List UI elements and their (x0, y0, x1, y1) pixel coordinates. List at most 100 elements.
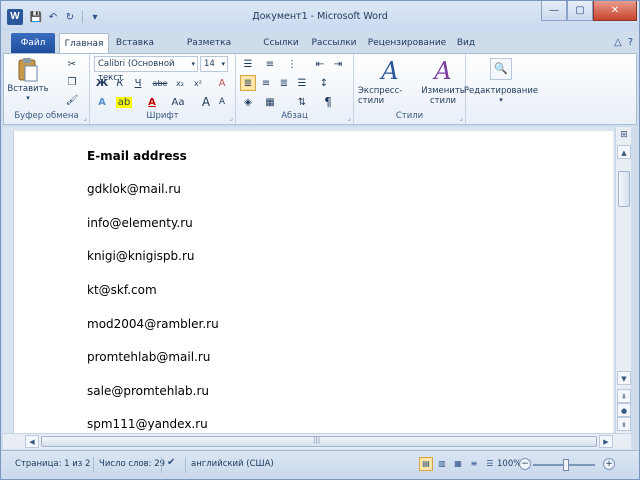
vertical-scroll-thumb[interactable] (618, 171, 630, 207)
font-size-dropdown[interactable]: 14 ▾ (200, 56, 228, 72)
paste-button[interactable]: Вставить ▾ (7, 56, 49, 102)
language-indicator[interactable]: английский (США) (191, 459, 274, 469)
ruler-toggle-icon[interactable]: ⊞ (616, 127, 632, 143)
vertical-scrollbar[interactable]: ⊞ ▲ ▼ ⇞ ● ⇟ (615, 127, 631, 433)
doc-line[interactable]: kt@skf.com (87, 283, 157, 297)
editing-arrow-icon: ▾ (499, 96, 503, 104)
zoom-in-button[interactable]: + (603, 458, 615, 470)
styles-launcher-icon[interactable]: ⌟ (460, 114, 463, 122)
tab-mailings[interactable]: Рассылки (309, 34, 359, 53)
quick-styles-label: Экспресс-стили (358, 86, 403, 106)
grow-font-button[interactable]: A (198, 94, 214, 110)
tab-review[interactable]: Рецензирование (365, 34, 449, 53)
doc-line[interactable]: gdklok@mail.ru (87, 182, 181, 196)
doc-line[interactable]: info@elementy.ru (87, 216, 193, 230)
help-icon[interactable]: ? (628, 37, 633, 48)
justify-icon[interactable]: ☰ (294, 75, 310, 91)
paragraph-launcher-icon[interactable]: ⌟ (348, 114, 351, 122)
change-styles-label-2: стили (429, 96, 457, 106)
doc-line-header[interactable]: E-mail address (87, 149, 187, 163)
group-label-styles: Стили (395, 111, 424, 121)
shrink-font-button[interactable]: A (214, 94, 230, 110)
change-styles-button[interactable]: A Изменить стили (421, 56, 465, 106)
font-color-icon[interactable]: A (144, 94, 160, 110)
format-painter-icon[interactable]: 🖌 (64, 92, 80, 108)
sort-icon[interactable]: ⇅ (294, 94, 310, 110)
superscript-button[interactable]: x² (190, 75, 206, 91)
draft-icon[interactable]: ☰ (483, 457, 497, 471)
quick-styles-button[interactable]: A Экспресс-стили (358, 56, 422, 106)
doc-line[interactable]: sale@promtehlab.ru (87, 384, 209, 398)
doc-line[interactable]: mod2004@rambler.ru (87, 317, 219, 331)
strikethrough-button[interactable]: abe (150, 75, 170, 91)
chevron-down-icon: ▾ (191, 60, 195, 68)
next-page-icon[interactable]: ⇟ (617, 417, 631, 431)
numbering-icon[interactable]: ≡ (262, 56, 278, 72)
print-layout-icon[interactable]: ▤ (419, 457, 433, 471)
tab-insert[interactable]: Вставка (113, 34, 157, 53)
scroll-down-icon[interactable]: ▼ (617, 371, 631, 385)
highlight-icon[interactable]: ab (115, 94, 133, 110)
multilevel-list-icon[interactable]: ⋮ (284, 56, 300, 72)
tab-home[interactable]: Главная (59, 33, 109, 54)
bullets-icon[interactable]: ☰ (240, 56, 256, 72)
font-launcher-icon[interactable]: ⌟ (230, 114, 233, 122)
underline-button[interactable]: Ч (130, 75, 146, 91)
word-window: W 💾 ↶ ↻ ▾ Документ1 - Microsoft Word — ▢… (0, 0, 640, 480)
tab-references[interactable]: Ссылки (261, 34, 301, 53)
tab-page-layout[interactable]: Разметка страницы (163, 34, 255, 67)
browse-object-icon[interactable]: ● (617, 403, 631, 417)
copy-icon[interactable]: ❐ (64, 74, 80, 90)
minimize-ribbon-icon[interactable]: △ (614, 37, 622, 48)
proofing-check-icon[interactable]: ✔ (167, 457, 175, 468)
zoom-slider-thumb[interactable] (563, 459, 569, 471)
doc-line[interactable]: spm111@yandex.ru (87, 417, 208, 431)
previous-page-icon[interactable]: ⇞ (617, 389, 631, 403)
clear-formatting-button[interactable]: A (214, 75, 230, 91)
chevron-down-icon: ▾ (221, 60, 225, 68)
scroll-right-icon[interactable]: ▶ (599, 435, 613, 448)
word-count[interactable]: Число слов: 29 (99, 459, 165, 469)
minimize-button[interactable]: — (541, 1, 567, 21)
subscript-button[interactable]: x₂ (172, 75, 188, 91)
change-case-button[interactable]: Aa (168, 94, 188, 110)
web-layout-icon[interactable]: ▦ (451, 457, 465, 471)
align-right-icon[interactable]: ≣ (276, 75, 292, 91)
scroll-grip-icon: ||| (313, 436, 321, 444)
doc-line[interactable]: knigi@knigispb.ru (87, 249, 195, 263)
scroll-up-icon[interactable]: ▲ (617, 145, 631, 159)
editing-button[interactable]: 🔍 Редактирование ▾ (464, 56, 538, 104)
scroll-left-icon[interactable]: ◀ (25, 435, 39, 448)
title-bar: W 💾 ↶ ↻ ▾ Документ1 - Microsoft Word — ▢… (1, 1, 639, 31)
doc-line[interactable]: promtehlab@mail.ru (87, 350, 210, 364)
line-spacing-icon[interactable]: ↕ (316, 75, 332, 91)
maximize-button[interactable]: ▢ (567, 1, 593, 21)
italic-button[interactable]: К (112, 75, 128, 91)
cut-icon[interactable]: ✂ (64, 56, 80, 72)
increase-indent-icon[interactable]: ⇥ (330, 56, 346, 72)
tab-file[interactable]: Файл (11, 33, 55, 53)
font-name-dropdown[interactable]: Calibri (Основной текст ▾ (94, 56, 198, 83)
align-center-icon[interactable]: ≡ (258, 75, 274, 91)
clipboard-icon (13, 56, 43, 84)
close-button[interactable]: ✕ (593, 1, 637, 21)
zoom-out-button[interactable]: − (519, 458, 531, 470)
decrease-indent-icon[interactable]: ⇤ (312, 56, 328, 72)
show-marks-button[interactable]: ¶ (320, 94, 336, 110)
group-paragraph: ☰ ≡ ⋮ ⇤ ⇥ ≣ ≡ ≣ ☰ ↕ ◈ ▦ ⇅ ¶ Абзац ⌟ (236, 54, 354, 124)
paste-arrow-icon: ▾ (26, 94, 30, 102)
align-left-icon[interactable]: ≣ (240, 75, 256, 91)
group-label-clipboard: Буфер обмена (14, 111, 79, 121)
tab-view[interactable]: Вид (453, 34, 479, 53)
horizontal-scrollbar[interactable]: ◀ ||| ▶ (3, 433, 631, 449)
full-screen-reading-icon[interactable]: ▥ (435, 457, 449, 471)
shading-icon[interactable]: ◈ (240, 94, 256, 110)
borders-icon[interactable]: ▦ (262, 94, 278, 110)
bold-button[interactable]: Ж (94, 75, 110, 91)
clipboard-launcher-icon[interactable]: ⌟ (84, 114, 87, 122)
outline-icon[interactable]: ≡ (467, 457, 481, 471)
zoom-level[interactable]: 100% (497, 459, 521, 469)
page-count[interactable]: Страница: 1 из 2 (15, 459, 90, 469)
text-effects-icon[interactable]: A (94, 94, 110, 110)
change-styles-label-1: Изменить (421, 86, 465, 96)
